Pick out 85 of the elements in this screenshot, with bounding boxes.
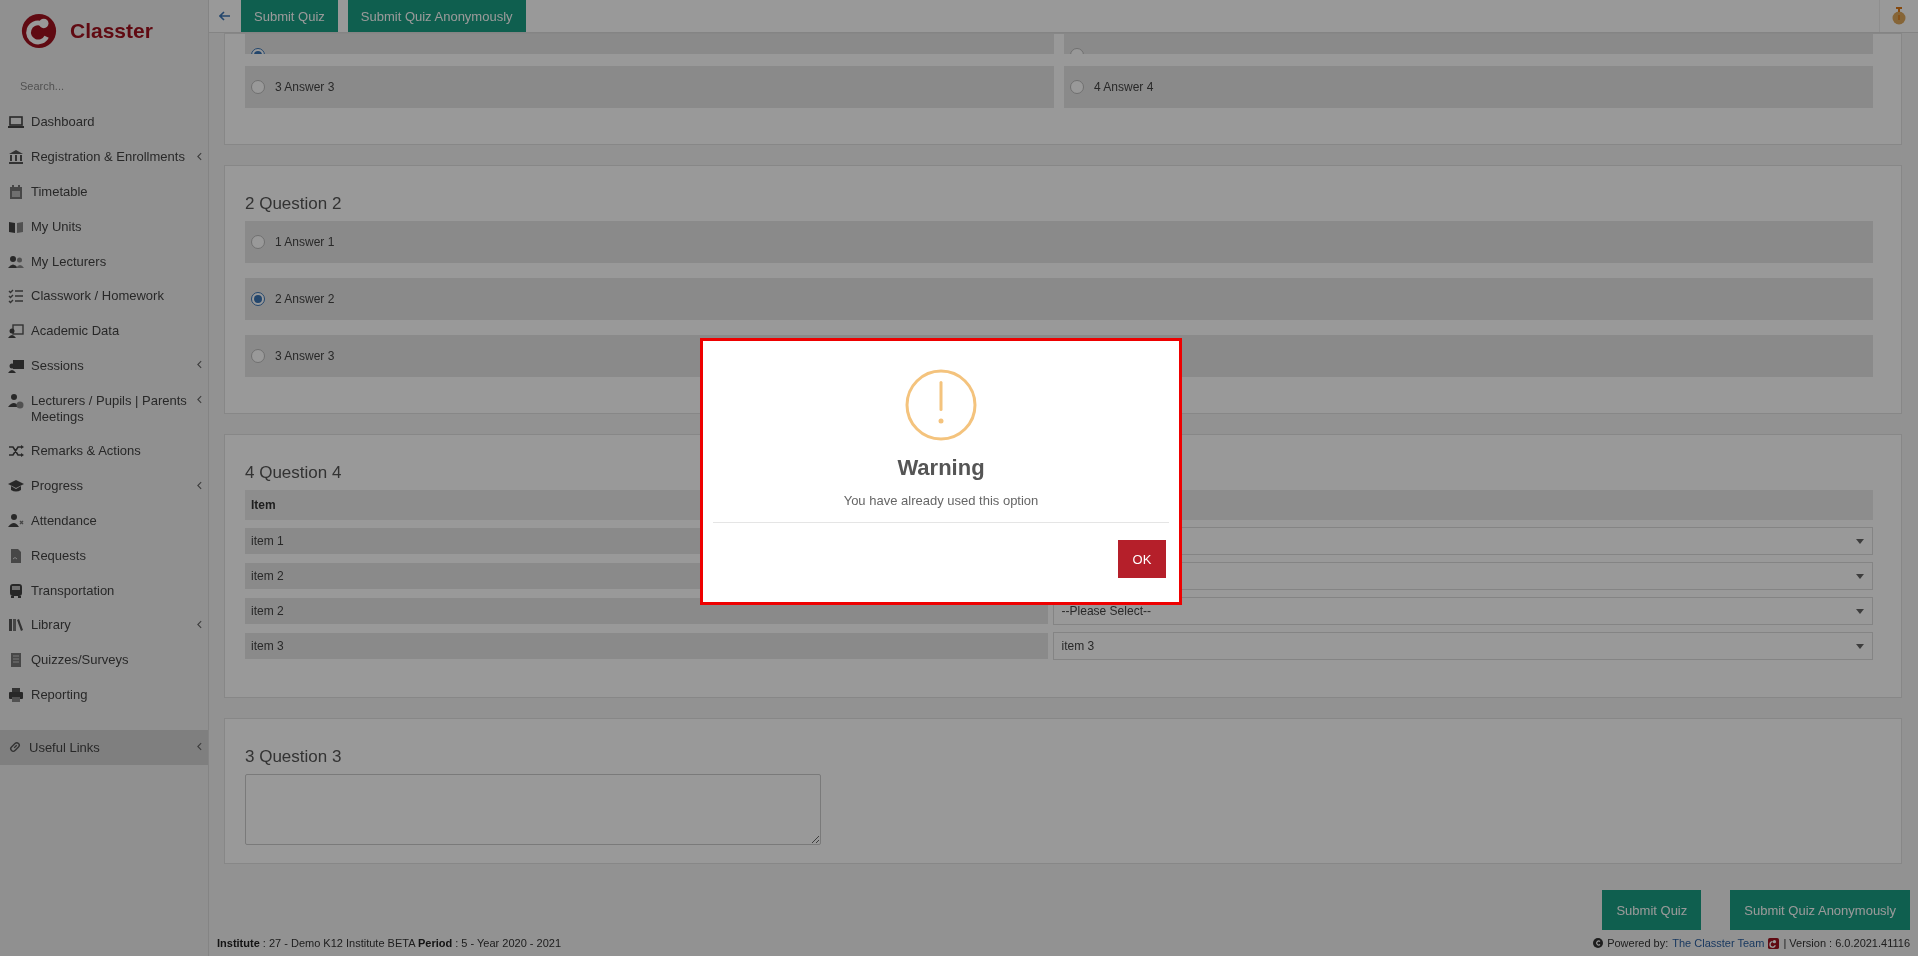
chevron-left-icon [197,395,202,405]
select-field[interactable]: --Please Select-- [1052,597,1873,625]
powered-label: Powered by: [1607,937,1669,949]
answer-option[interactable]: 1 Answer 1 [245,221,1873,263]
sidebar-item[interactable]: Academic Data [0,313,208,349]
radio-button[interactable] [1070,80,1084,94]
warning-icon [905,369,977,441]
answer-label: 4 Answer 4 [1094,80,1154,94]
chevron-left-icon [197,151,202,161]
sidebar-item[interactable]: Library [0,607,208,643]
caret-down-icon [1856,573,1864,579]
sidebar-item[interactable]: Useful Links [0,730,208,766]
answer-label: 3 Answer 3 [275,80,335,94]
shuffle-icon [8,443,24,460]
user-times-icon [8,513,24,529]
radio-button[interactable] [251,235,265,249]
select-field[interactable]: item 3 [1052,632,1873,660]
submit-button[interactable]: Submit Quiz Anonymously [347,0,526,32]
brand-name: Classter [70,19,153,43]
chevron-left-icon [197,742,202,752]
list-icon [8,652,24,669]
radio-button[interactable] [251,80,265,94]
user-board-icon [8,323,24,340]
sidebar-item[interactable]: Timetable [0,174,208,210]
chevron-left-icon [197,360,202,370]
sidebar-item[interactable]: My Units [0,209,208,245]
printer-icon [8,686,24,703]
user-clock-icon [8,392,24,409]
calendar-icon [8,183,24,200]
sidebar-item[interactable]: Transportation [0,573,208,608]
sidebar-item[interactable]: Attendance [0,503,208,539]
submit-button[interactable]: Submit Quiz Anonymously [1730,890,1910,930]
question-title: 4 Question 4 [245,463,342,483]
answer-textarea[interactable] [245,774,821,845]
answer-label: 3 Answer 3 [275,349,335,363]
answer-label: 2 Answer 2 [275,292,335,306]
chevron-left-icon [197,619,202,629]
question-title: 3 Question 3 [245,747,342,767]
document-icon [8,547,24,564]
logo-icon [1768,937,1780,949]
link-icon [8,739,22,754]
team-link[interactable]: The Classter Team [1672,937,1765,949]
question-title: 2 Question 2 [245,194,342,214]
search-field[interactable]: Search... [18,79,192,93]
sidebar-item[interactable]: Progress [0,468,208,504]
sidebar-item[interactable]: Registration & Enrollments [0,139,208,175]
sidebar-item[interactable]: Sessions [0,348,208,384]
caret-down-icon [1856,643,1864,649]
books-icon [8,617,24,634]
sidebar-item[interactable]: Dashboard [0,105,208,140]
back-arrow-icon [219,11,231,21]
laptop-icon [8,114,24,131]
users-icon [8,253,24,270]
logo-icon [20,12,58,50]
radio-button[interactable] [251,349,265,363]
sidebar-item[interactable]: Lecturers / Pupils | Parents Meetings [0,383,208,435]
answer-option[interactable]: 2 Answer 2 [245,278,1873,320]
radio-button[interactable] [251,292,265,306]
table-cell: item 3 [245,633,1048,659]
answer-option[interactable]: 4 Answer 4 [1064,66,1873,108]
caret-down-icon [1856,538,1864,544]
ok-button[interactable]: OK [1118,540,1166,578]
stopwatch-icon [1891,7,1907,25]
sidebar-item[interactable]: Quizzes/Surveys [0,642,208,678]
institute-info: Institute : 27 - Demo K12 Institute BETA Period : 5 - Year 2020 - 2021 [217,937,562,949]
copyright-icon [1593,938,1604,948]
sidebar-item[interactable]: Classwork / Homework [0,278,208,314]
presentation-icon [8,357,24,374]
submit-button[interactable]: Submit Quiz [1602,890,1702,930]
building-icon [8,149,24,166]
checklist-icon [8,288,24,305]
sidebar-item[interactable]: My Lecturers [0,244,208,279]
answer-option[interactable] [1064,34,1873,54]
version-text: | Version : 6.0.2021.41116 [1783,937,1910,949]
answer-option[interactable]: 3 Answer 3 [245,66,1054,108]
submit-button[interactable]: Submit Quiz [241,0,338,32]
bus-icon [8,582,24,599]
dialog-title: Warning [897,455,985,481]
sidebar-item[interactable]: Reporting [0,677,208,713]
answer-label: 1 Answer 1 [275,235,335,249]
dialog-message: You have already used this option [843,493,1039,508]
chevron-left-icon [197,480,202,490]
caret-down-icon [1856,608,1864,614]
sidebar-item[interactable]: Requests [0,538,208,574]
sidebar-item[interactable]: Remarks & Actions [0,434,208,469]
